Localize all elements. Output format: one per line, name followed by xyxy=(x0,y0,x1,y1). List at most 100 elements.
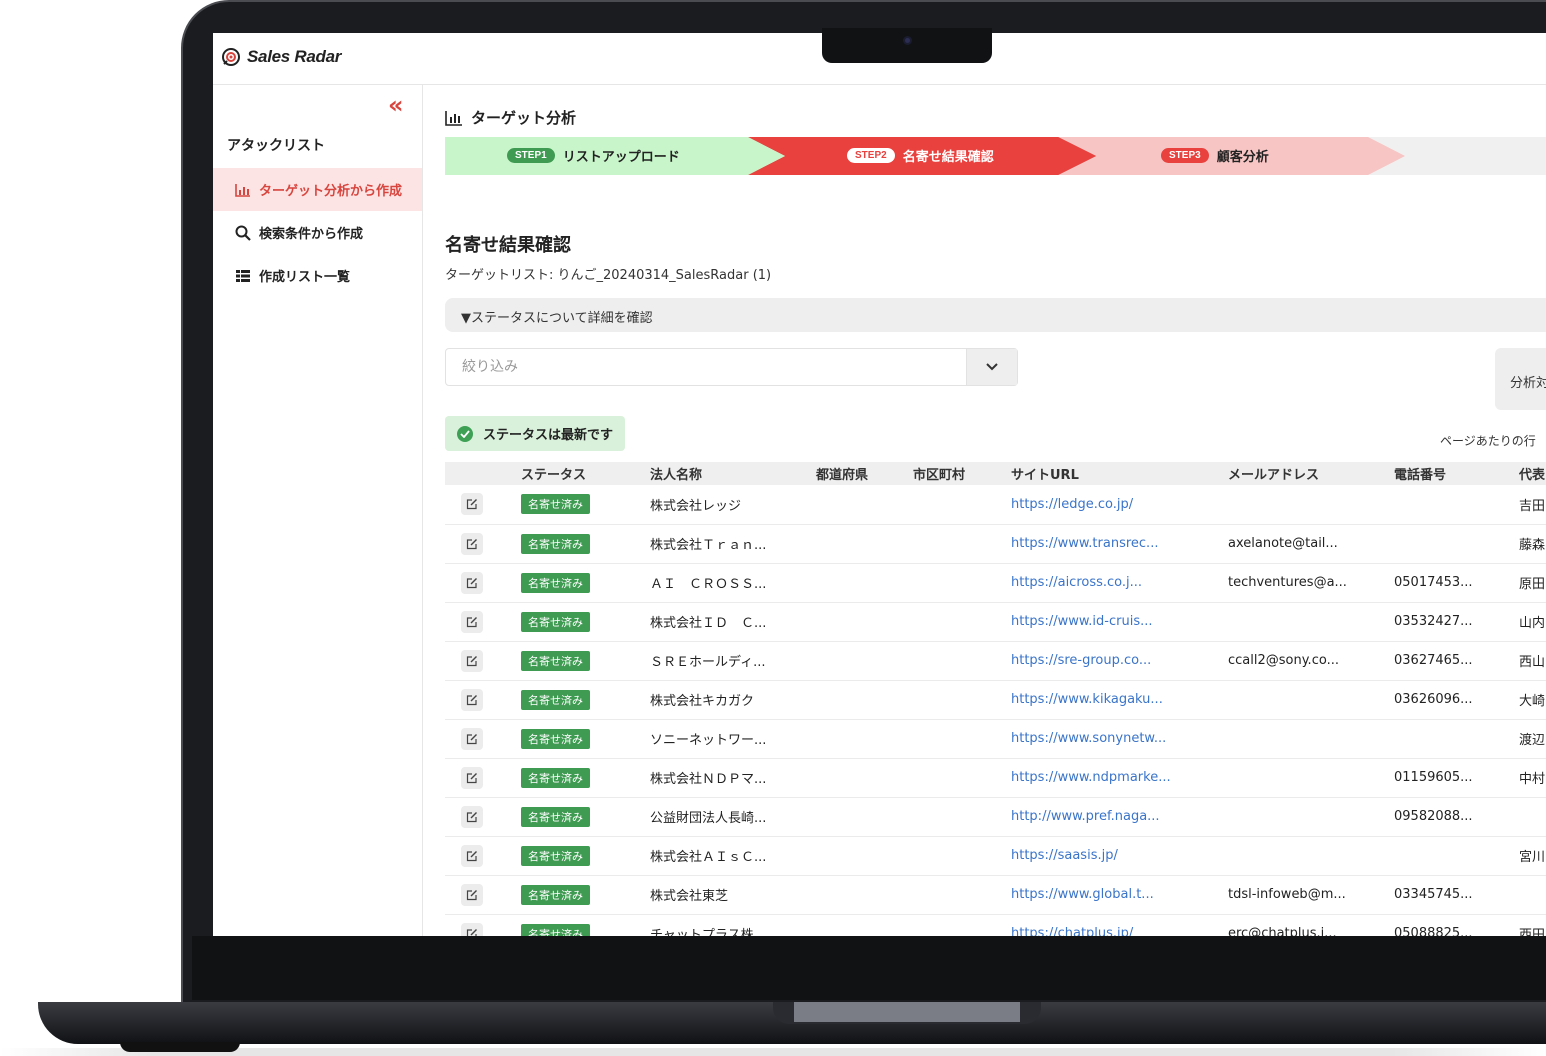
company-name-cell: 株式会社ＮＤＰマ... xyxy=(650,758,816,798)
site-url-cell[interactable]: https://www.sonynetw... xyxy=(1011,719,1228,759)
site-url-cell[interactable]: https://www.global.t... xyxy=(1011,875,1228,915)
status-cell: 名寄せ済み xyxy=(521,524,650,564)
page-title: ターゲット分析 xyxy=(445,107,576,128)
sidebar-item-search-conditions[interactable]: 検索条件から作成 xyxy=(213,211,422,254)
status-cell: 名寄せ済み xyxy=(521,797,650,837)
table-row[interactable]: 名寄せ済み 株式会社ＡＩｓＣ... https://saasis.jp/宮川 xyxy=(445,836,1546,876)
column-header[interactable]: サイトURL xyxy=(1011,462,1228,485)
representative-cell: 吉田 xyxy=(1519,485,1546,525)
site-url-cell[interactable]: https://saasis.jp/ xyxy=(1011,836,1228,876)
logo-text: Sales Radar xyxy=(247,47,342,66)
table-row[interactable]: 名寄せ済み チャットプラス株... https://chatplus.jp/erc@… xyxy=(445,914,1546,936)
prefecture-cell xyxy=(816,914,913,936)
table-row[interactable]: 名寄せ済み 株式会社ＮＤＰマ... https://www.ndpmarke... 0… xyxy=(445,758,1546,798)
phone-cell xyxy=(1394,524,1519,564)
email-cell: techventures@a... xyxy=(1228,563,1394,603)
representative-cell: 大崎 xyxy=(1519,680,1546,720)
edit-button[interactable] xyxy=(461,688,483,711)
step-3: STEP3 顧客分析 xyxy=(1161,146,1269,165)
edit-button[interactable] xyxy=(461,805,483,828)
table-row[interactable]: 名寄せ済み 株式会社ＩＤ Ｃ... https://www.id-cruis... 0… xyxy=(445,602,1546,642)
column-header[interactable]: 電話番号 xyxy=(1394,462,1519,485)
status-details-accordion[interactable]: ▼ステータスについて詳細を確認 xyxy=(445,298,1546,332)
edit-button[interactable] xyxy=(461,883,483,906)
company-name-cell: 株式会社レッジ xyxy=(650,485,816,525)
sidebar-item-label: ターゲット分析から作成 xyxy=(259,184,403,199)
sidebar-item-label: 作成リスト一覧 xyxy=(259,270,351,285)
edit-button[interactable] xyxy=(461,844,483,867)
sidebar-item-target-analysis[interactable]: ターゲット分析から作成 xyxy=(213,168,422,211)
chevron-down-icon xyxy=(986,363,998,371)
main-content: ターゲット分析 STEP1 リストアップロード STEP2 名寄せ結果確認 ST… xyxy=(445,85,1546,936)
email-cell xyxy=(1228,758,1394,798)
edit-button[interactable] xyxy=(461,493,483,516)
section-title: 名寄せ結果確認 xyxy=(445,235,571,256)
representative-cell: 宮川 xyxy=(1519,836,1546,876)
site-url-cell[interactable]: https://www.ndpmarke... xyxy=(1011,758,1228,798)
site-url-cell[interactable]: https://ledge.co.jp/ xyxy=(1011,485,1228,525)
filter-input[interactable] xyxy=(446,349,966,385)
status-tag: 名寄せ済み xyxy=(521,611,590,632)
company-name-cell: 株式会社ＩＤ Ｃ... xyxy=(650,602,816,642)
site-url-cell[interactable]: https://chatplus.jp/ xyxy=(1011,914,1228,936)
camera-notch xyxy=(822,28,992,63)
status-tag: 名寄せ済み xyxy=(521,728,590,749)
edit-cell xyxy=(445,836,521,876)
filter-dropdown-button[interactable] xyxy=(966,349,1017,385)
edit-cell xyxy=(445,680,521,720)
prefecture-cell xyxy=(816,758,913,798)
site-url-cell[interactable]: https://aicross.co.j... xyxy=(1011,563,1228,603)
table-row[interactable]: 名寄せ済み 株式会社キカガク https://www.kikagaku... 0362… xyxy=(445,680,1546,720)
representative-cell xyxy=(1519,797,1546,837)
table-row[interactable]: 名寄せ済み 公益財団法人長崎... http://www.pref.naga... 0… xyxy=(445,797,1546,837)
email-cell xyxy=(1228,602,1394,642)
edit-button[interactable] xyxy=(461,922,483,936)
edit-icon xyxy=(466,733,477,744)
table-row[interactable]: 名寄せ済み ＳＲＥホールディ... https://sre-group.co... c… xyxy=(445,641,1546,681)
search-icon xyxy=(235,225,251,241)
step-2: STEP2 名寄せ結果確認 xyxy=(847,146,994,165)
edit-button[interactable] xyxy=(461,766,483,789)
site-url-cell[interactable]: http://www.pref.naga... xyxy=(1011,797,1228,837)
edit-icon xyxy=(466,889,477,900)
laptop-hinge-inner xyxy=(794,1002,1020,1022)
site-url-cell[interactable]: https://www.id-cruis... xyxy=(1011,602,1228,642)
status-tag: 名寄せ済み xyxy=(521,494,590,515)
edit-button[interactable] xyxy=(461,649,483,672)
table-row[interactable]: 名寄せ済み ソニーネットワー... https://www.sonynetw... 渡… xyxy=(445,719,1546,759)
edit-button[interactable] xyxy=(461,532,483,555)
column-header[interactable]: 市区町村 xyxy=(913,462,1011,485)
analysis-target-button[interactable]: 分析対 xyxy=(1495,348,1546,410)
table-row[interactable]: 名寄せ済み ＡＩ ＣＲＯＳＳ... https://aicross.co.j... t… xyxy=(445,563,1546,603)
status-tag: 名寄せ済み xyxy=(521,923,590,936)
table-row[interactable]: 名寄せ済み 株式会社東芝 https://www.global.t... tdsl-i… xyxy=(445,875,1546,915)
check-circle-icon xyxy=(457,425,473,442)
edit-button[interactable] xyxy=(461,610,483,633)
column-header[interactable]: 法人名称 xyxy=(650,462,816,485)
site-url-cell[interactable]: https://www.kikagaku... xyxy=(1011,680,1228,720)
collapse-sidebar-icon[interactable]: « xyxy=(388,91,404,119)
filter-select[interactable] xyxy=(445,348,1018,386)
representative-cell: 中村 xyxy=(1519,758,1546,798)
table-row[interactable]: 名寄せ済み 株式会社Ｔｒａｎ... https://www.transrec... a… xyxy=(445,524,1546,564)
logo[interactable]: Sales Radar xyxy=(221,47,341,67)
company-name-cell: ソニーネットワー... xyxy=(650,719,816,759)
city-cell xyxy=(913,719,1011,759)
email-cell: ccall2@sony.co... xyxy=(1228,641,1394,681)
site-url-cell[interactable]: https://www.transrec... xyxy=(1011,524,1228,564)
edit-button[interactable] xyxy=(461,571,483,594)
table-row[interactable]: 名寄せ済み 株式会社レッジ https://ledge.co.jp/吉田 xyxy=(445,485,1546,525)
edit-button[interactable] xyxy=(461,727,483,750)
sidebar-item-created-lists[interactable]: 作成リスト一覧 xyxy=(213,254,422,297)
site-url-cell[interactable]: https://sre-group.co... xyxy=(1011,641,1228,681)
column-header[interactable]: ステータス xyxy=(521,462,650,485)
status-latest-text: ステータスは最新です xyxy=(483,428,614,443)
status-tag: 名寄せ済み xyxy=(521,884,590,905)
column-header[interactable]: 代表 xyxy=(1519,462,1546,485)
city-cell xyxy=(913,641,1011,681)
prefecture-cell xyxy=(816,485,913,525)
sidebar-section-title: アタックリスト xyxy=(227,138,325,154)
column-header[interactable]: 都道府県 xyxy=(816,462,913,485)
column-header[interactable]: メールアドレス xyxy=(1228,462,1394,485)
edit-cell xyxy=(445,602,521,642)
